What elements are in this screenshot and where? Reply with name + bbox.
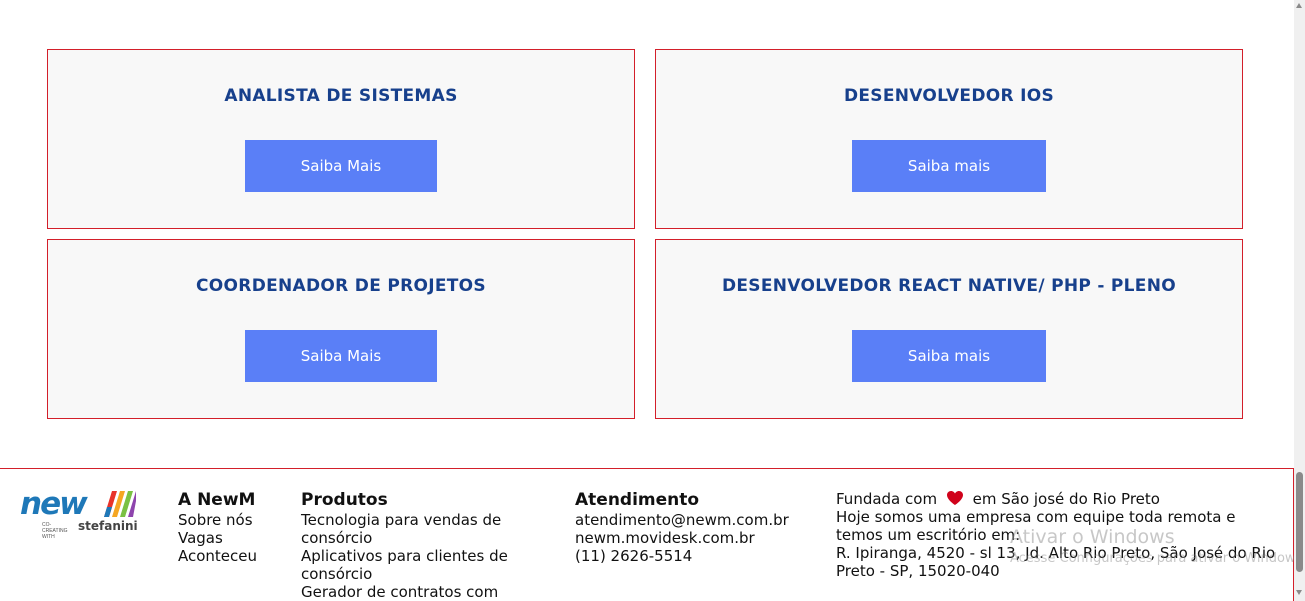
footer-col-newm: A NewM Sobre nós Vagas Aconteceu [178, 489, 288, 565]
footer-link-movidesk[interactable]: newm.movidesk.com.br [575, 529, 815, 547]
footer-link-vagas[interactable]: Vagas [178, 529, 288, 547]
footer-heading: Atendimento [575, 490, 700, 510]
footer-link-produto[interactable]: Tecnologia para vendas de consórcio [301, 511, 533, 547]
job-card: COORDENADOR DE PROJETOS Saiba Mais [47, 239, 635, 419]
job-title: COORDENADOR DE PROJETOS [196, 276, 486, 296]
logo-mark-icon [104, 491, 136, 517]
founded-prefix: Fundada com [836, 490, 938, 508]
footer-col-atendimento: Atendimento atendimento@newm.com.br newm… [575, 489, 815, 565]
founded-line: Fundada com em São josé do Rio Preto [836, 490, 1276, 508]
newm-logo[interactable]: new CO-CREATING WITH stefanini [20, 486, 140, 541]
footer-link-aconteceu[interactable]: Aconteceu [178, 547, 288, 565]
windows-watermark-title: Ativar o Windows [1010, 526, 1175, 548]
page-scrollbar[interactable] [1294, 0, 1305, 601]
footer-link-produto[interactable]: Aplicativos para clientes de consórcio [301, 547, 533, 583]
footer-col-produtos: Produtos Tecnologia para vendas de consó… [301, 489, 533, 601]
job-card: ANALISTA DE SISTEMAS Saiba Mais [47, 49, 635, 229]
logo-partner: stefanini [78, 519, 138, 533]
scroll-thumb[interactable] [1296, 472, 1303, 572]
footer-link-email[interactable]: atendimento@newm.com.br [575, 511, 815, 529]
job-title: ANALISTA DE SISTEMAS [224, 86, 458, 106]
saiba-mais-button[interactable]: Saiba Mais [245, 330, 437, 382]
heart-icon [946, 491, 963, 505]
scroll-down-icon[interactable] [1296, 590, 1302, 595]
job-card: DESENVOLVEDOR REACT NATIVE/ PHP - PLENO … [655, 239, 1243, 419]
job-title: DESENVOLVEDOR IOS [843, 86, 1055, 106]
saiba-mais-button[interactable]: Saiba mais [852, 140, 1046, 192]
footer-link-phone[interactable]: (11) 2626-5514 [575, 547, 815, 565]
windows-watermark-subtitle: Acesse Configurações para ativar o Windo… [1010, 551, 1305, 566]
job-title: DESENVOLVEDOR REACT NATIVE/ PHP - PLENO [721, 276, 1176, 296]
saiba-mais-button[interactable]: Saiba mais [852, 330, 1046, 382]
job-card: DESENVOLVEDOR IOS Saiba mais [655, 49, 1243, 229]
saiba-mais-button[interactable]: Saiba Mais [245, 140, 437, 192]
logo-wordmark: new [20, 486, 88, 522]
footer-link-sobre[interactable]: Sobre nós [178, 511, 288, 529]
footer-heading: Produtos [301, 490, 388, 510]
logo-tagline: CO-CREATING WITH [42, 522, 68, 540]
footer-link-produto[interactable]: Gerador de contratos com [301, 583, 533, 601]
scroll-up-icon[interactable] [1296, 3, 1302, 8]
footer-heading: A NewM [178, 490, 256, 510]
founded-suffix: em São josé do Rio Preto [972, 490, 1160, 508]
